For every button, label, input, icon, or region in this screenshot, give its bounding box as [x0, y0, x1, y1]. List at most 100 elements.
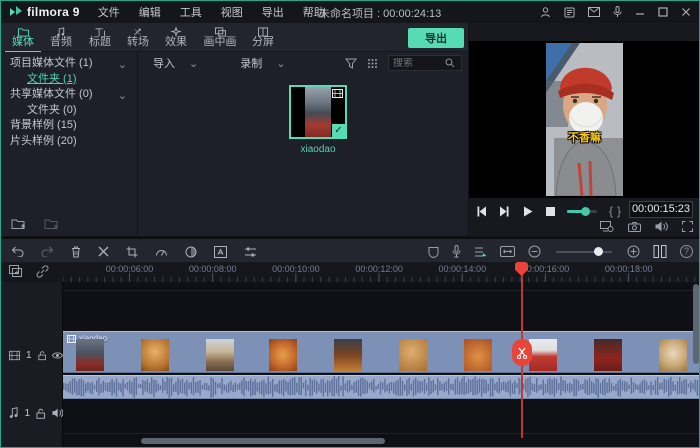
- clip-audio-waveform[interactable]: [63, 375, 700, 399]
- next-frame-icon[interactable]: [498, 206, 510, 217]
- add-folder-icon[interactable]: [11, 218, 26, 230]
- fullscreen-icon[interactable]: [682, 221, 693, 232]
- media-item-name[interactable]: xiaodao: [287, 144, 349, 155]
- snapshot-camera-icon[interactable]: [628, 222, 641, 232]
- sidebar-item-shared-media[interactable]: 共享媒体文件 (0) ⌄: [1, 87, 137, 103]
- ruler-label: 00:00:06:00: [106, 264, 154, 274]
- timeline-tracks: 1 1 xiaodao: [1, 282, 700, 448]
- zoom-slider-knob[interactable]: [594, 247, 603, 256]
- cut-scissors-badge[interactable]: [512, 339, 532, 366]
- timeline-zoom-slider[interactable]: [556, 251, 612, 253]
- import-button[interactable]: 导入: [153, 55, 175, 71]
- volume-icon[interactable]: [655, 221, 668, 232]
- media-toolbar: 导入 ⌄ 录制 ⌄: [139, 52, 468, 74]
- maximize-icon[interactable]: [658, 7, 668, 17]
- timeline-video-clip[interactable]: xiaodao: [63, 331, 700, 373]
- tab-label: 分屏: [252, 37, 274, 48]
- mic-icon[interactable]: [613, 6, 622, 18]
- eye-icon[interactable]: [52, 351, 63, 360]
- zoom-to-fit-icon[interactable]: [500, 246, 515, 257]
- sidebar-item-sample-backgrounds[interactable]: 背景样例 (15): [1, 118, 137, 134]
- close-icon[interactable]: [681, 7, 691, 17]
- mark-out-icon[interactable]: }: [617, 204, 625, 218]
- mute-icon[interactable]: [52, 408, 63, 418]
- lock-icon[interactable]: [38, 350, 46, 361]
- media-item-thumbnail[interactable]: ✓: [289, 85, 347, 139]
- play-icon[interactable]: [523, 206, 533, 217]
- shield-icon[interactable]: [428, 246, 439, 258]
- undo-icon[interactable]: [11, 246, 24, 257]
- help-icon[interactable]: ?: [680, 245, 693, 258]
- sidebar-item-project-media[interactable]: 项目媒体文件 (1) ⌄: [1, 56, 137, 72]
- search-input[interactable]: [393, 58, 445, 69]
- manage-tracks-icon[interactable]: [9, 265, 23, 278]
- filter-icon[interactable]: [345, 58, 357, 69]
- sidebar-item-folder-0[interactable]: 文件夹 (0): [1, 103, 137, 119]
- clip-thumbnail: [334, 339, 362, 371]
- preview-seek-slider[interactable]: [567, 210, 597, 213]
- display-settings-icon[interactable]: [600, 221, 614, 232]
- ruler-label: 00:00:14:00: [439, 264, 487, 274]
- tab-pip[interactable]: 画中画: [194, 25, 246, 51]
- split-scissors-icon[interactable]: [98, 246, 109, 257]
- record-dropdown-icon[interactable]: ⌄: [276, 57, 285, 70]
- tab-label: 效果: [165, 37, 187, 48]
- tab-audio[interactable]: 音频: [39, 25, 83, 51]
- zoom-in-icon[interactable]: [627, 245, 640, 258]
- timeline-ruler[interactable]: 00:00:06:00 00:00:08:00 00:00:10:00 00:0…: [63, 262, 700, 282]
- grid-view-icon[interactable]: [367, 58, 378, 69]
- menu-file[interactable]: 文件: [98, 4, 120, 20]
- menu-export[interactable]: 导出: [262, 4, 284, 20]
- redo-icon[interactable]: [41, 246, 54, 257]
- color-correction-icon[interactable]: [185, 246, 197, 258]
- mark-in-icon[interactable]: {: [609, 204, 617, 218]
- timeline-horizontal-scrollbar[interactable]: [141, 438, 385, 444]
- project-title: 未命名项目 : 00:00:24:13: [319, 5, 441, 21]
- account-icon[interactable]: [540, 7, 551, 18]
- search-box[interactable]: [388, 55, 462, 71]
- tab-splitscreen[interactable]: 分屏: [241, 25, 285, 51]
- sidebar-item-label: 片头样例 (20): [10, 135, 77, 147]
- clip-thumbnail: [269, 339, 297, 371]
- menu-tools[interactable]: 工具: [180, 4, 202, 20]
- clip-thumbnail: [399, 339, 427, 371]
- adjust-sliders-icon[interactable]: [244, 246, 257, 258]
- record-button[interactable]: 录制: [240, 55, 262, 71]
- mail-icon[interactable]: [588, 7, 600, 17]
- sidebar-item-sample-intros[interactable]: 片头样例 (20): [1, 134, 137, 150]
- previous-frame-icon[interactable]: [476, 206, 488, 217]
- timeline-vertical-scrollbar[interactable]: [693, 284, 699, 364]
- preview-video-frame: 不香嘛: [546, 43, 623, 196]
- timeline-toolbar: ?: [1, 237, 700, 262]
- audio-track-header: 1: [1, 407, 63, 419]
- menu-view[interactable]: 视图: [221, 4, 243, 20]
- export-button[interactable]: 导出: [408, 28, 464, 48]
- delete-icon[interactable]: [71, 246, 81, 258]
- link-clips-icon[interactable]: [36, 265, 49, 278]
- delete-folder-icon[interactable]: [44, 218, 59, 230]
- tab-effects[interactable]: 效果: [154, 25, 198, 51]
- sidebar-item-folder-1[interactable]: 文件夹 (1): [1, 72, 137, 88]
- render-preview-icon[interactable]: [653, 245, 667, 258]
- ruler-label: 00:00:18:00: [605, 264, 653, 274]
- import-dropdown-icon[interactable]: ⌄: [189, 57, 198, 70]
- stop-icon[interactable]: [546, 207, 555, 216]
- in-timeline-check-icon: ✓: [332, 124, 345, 137]
- video-track-number: 1: [26, 350, 32, 361]
- zoom-out-icon[interactable]: [528, 245, 541, 258]
- speed-icon[interactable]: [155, 246, 168, 257]
- timeline-ruler-row: 00:00:06:00 00:00:08:00 00:00:10:00 00:0…: [1, 262, 700, 282]
- search-icon[interactable]: [445, 58, 455, 68]
- menu-edit[interactable]: 编辑: [139, 4, 161, 20]
- preview-video-area: 不香嘛: [469, 41, 700, 198]
- minimize-icon[interactable]: [635, 7, 645, 17]
- voiceover-mic-icon[interactable]: [452, 245, 461, 258]
- lock-icon[interactable]: [36, 408, 46, 419]
- motion-tracking-icon[interactable]: [214, 246, 227, 258]
- clip-thumbnail: [76, 339, 104, 371]
- marker-icon[interactable]: [474, 246, 487, 258]
- news-icon[interactable]: [564, 7, 575, 18]
- crop-icon[interactable]: [126, 246, 138, 258]
- clip-thumbnail: [464, 339, 492, 371]
- media-sidebar: 项目媒体文件 (1) ⌄ 文件夹 (1) 共享媒体文件 (0) ⌄ 文件夹 (0…: [1, 52, 138, 236]
